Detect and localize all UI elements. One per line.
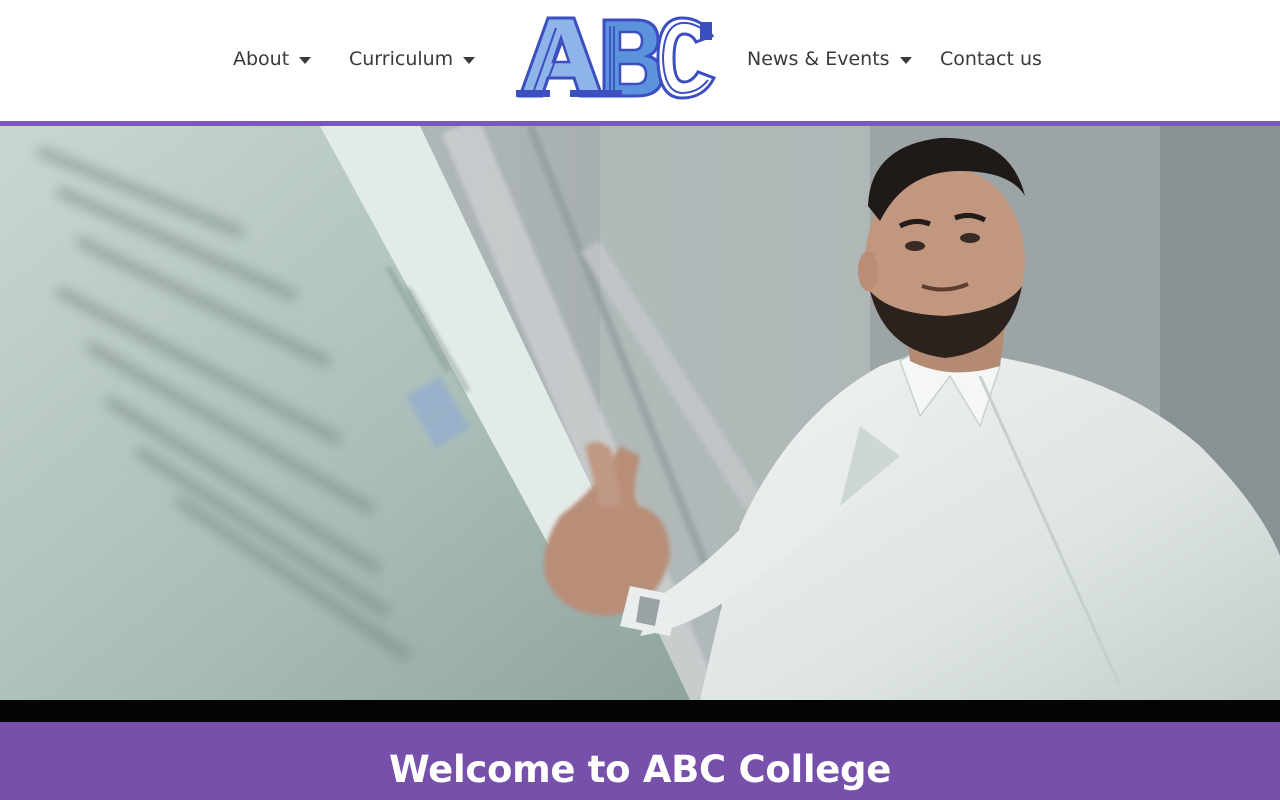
- welcome-heading: Welcome to ABC College: [388, 748, 892, 791]
- nav-news-events[interactable]: News & Events: [747, 44, 912, 74]
- chevron-down-icon: [463, 56, 476, 64]
- chevron-down-icon: [899, 56, 912, 64]
- hero-bottom-strip: [0, 700, 1280, 722]
- nav-curriculum-label: Curriculum: [349, 48, 454, 70]
- welcome-banner: Welcome to ABC College: [0, 722, 1280, 800]
- nav-curriculum[interactable]: Curriculum: [349, 44, 476, 74]
- nav-news-events-label: News & Events: [747, 48, 890, 70]
- teacher-presenting-photo: [0, 126, 1280, 700]
- chevron-down-icon: [299, 56, 312, 64]
- hero-image: [0, 126, 1280, 700]
- abc-logo[interactable]: [512, 12, 718, 100]
- nav-about[interactable]: About: [233, 44, 312, 74]
- site-header: About Curriculum News & Events Contact u…: [0, 0, 1280, 121]
- nav-contact-us-label: Contact us: [940, 48, 1042, 70]
- nav-about-label: About: [233, 48, 290, 70]
- nav-contact-us[interactable]: Contact us: [940, 44, 1042, 74]
